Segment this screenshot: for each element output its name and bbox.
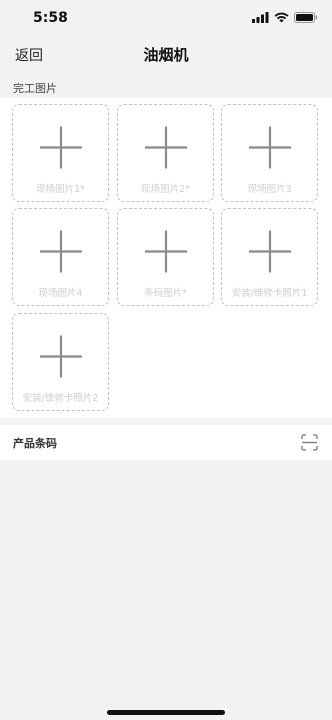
photo-upload-tile-4[interactable]: 现场图片4: [12, 208, 109, 306]
section-label-photos: 完工图片: [13, 82, 57, 95]
signal-icon: [252, 12, 269, 23]
photo-upload-panel: 现场图片1* 现场图片2* 现场图片3 现场图片4 条码图片* 安装/维修卡照片…: [0, 98, 332, 418]
plus-icon: [248, 126, 291, 169]
photo-upload-tile-1[interactable]: 现场图片1*: [12, 104, 109, 202]
photo-upload-tile-7[interactable]: 安装/维修卡照片2: [12, 313, 109, 411]
page-title: 油烟机: [143, 46, 189, 64]
plus-icon: [39, 126, 82, 169]
photo-tile-label: 安装/维修卡照片1: [231, 288, 308, 299]
photo-tile-label: 现场图片1*: [36, 184, 85, 195]
status-time: 5:58: [33, 10, 68, 26]
photo-tile-label: 现场图片3: [247, 184, 292, 195]
plus-icon: [39, 230, 82, 273]
plus-icon: [144, 126, 187, 169]
photo-upload-tile-3[interactable]: 现场图片3: [221, 104, 318, 202]
barcode-label: 产品条码: [13, 437, 57, 450]
battery-icon: [294, 12, 318, 23]
photo-upload-tile-5[interactable]: 条码图片*: [117, 208, 214, 306]
plus-icon: [248, 230, 291, 273]
plus-icon: [144, 230, 187, 273]
nav-bar: 返回 油烟机: [0, 36, 332, 72]
photo-upload-tile-2[interactable]: 现场图片2*: [117, 104, 214, 202]
wifi-icon: [274, 12, 289, 23]
photo-tile-label: 条码图片*: [144, 288, 187, 299]
barcode-row[interactable]: 产品条码: [0, 425, 332, 460]
photo-tile-label: 安装/维修卡照片2: [22, 393, 99, 404]
plus-icon: [39, 335, 82, 378]
status-icons: [252, 12, 318, 23]
photo-upload-tile-6[interactable]: 安装/维修卡照片1: [221, 208, 318, 306]
photo-tile-label: 现场图片4: [38, 288, 83, 299]
home-indicator: [107, 710, 225, 715]
status-bar: 5:58: [0, 0, 332, 36]
photo-tile-label: 现场图片2*: [141, 184, 190, 195]
scan-icon[interactable]: [301, 434, 318, 451]
